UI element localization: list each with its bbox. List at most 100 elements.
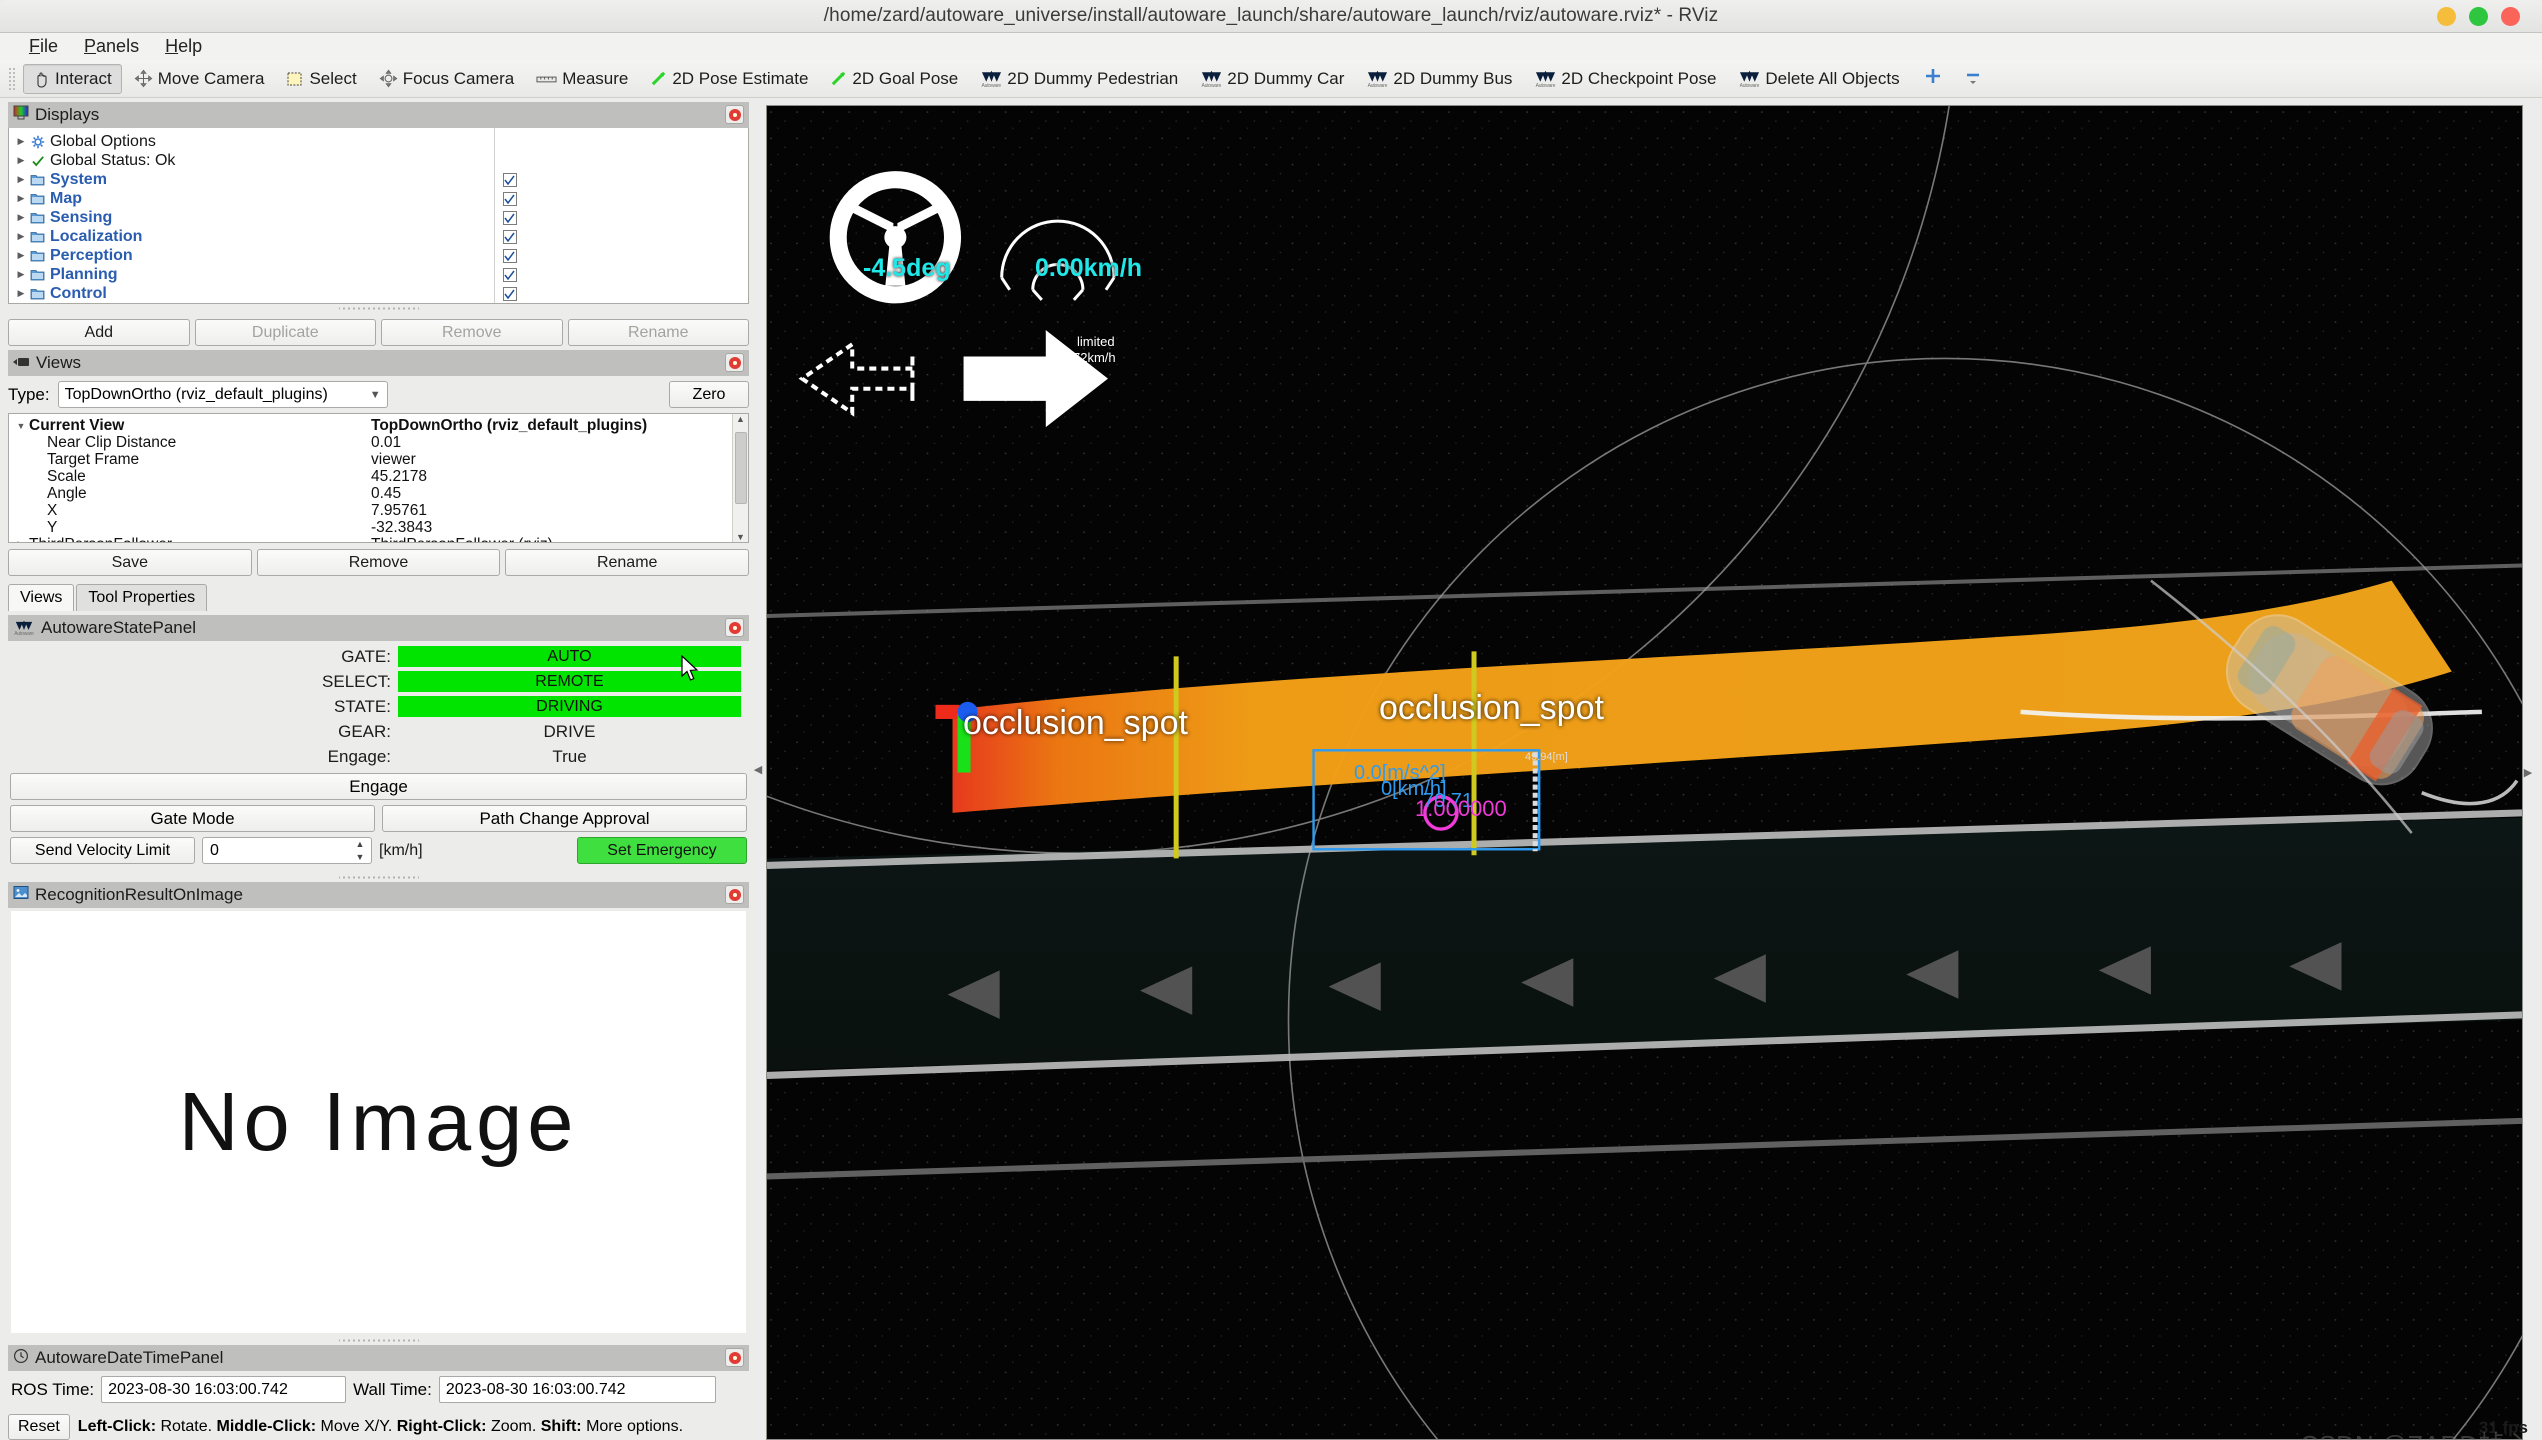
views-row-value[interactable]: 45.2178 xyxy=(371,468,748,485)
views-row-value[interactable]: viewer xyxy=(371,451,748,468)
tool-2d-goal-pose[interactable]: 2D Goal Pose xyxy=(820,64,968,94)
close-button[interactable] xyxy=(2501,7,2520,26)
remove-view-button[interactable]: Remove xyxy=(257,549,501,576)
tree-item-global-options[interactable]: ▶ Global Options xyxy=(13,132,494,151)
tool-2d-dummy-pedestrian[interactable]: Autoware 2D Dummy Pedestrian xyxy=(970,62,1188,96)
panel-splitter[interactable] xyxy=(339,1336,419,1345)
path-change-approval-button[interactable]: Path Change Approval xyxy=(382,805,747,832)
chevron-right-icon[interactable]: ▶ xyxy=(13,250,29,261)
tool-2d-dummy-bus[interactable]: Autoware 2D Dummy Bus xyxy=(1356,62,1522,96)
tree-item-perception[interactable]: ▶ Perception xyxy=(13,246,494,265)
views-icon xyxy=(13,353,30,373)
engage-button[interactable]: Engage xyxy=(10,773,747,800)
send-velocity-limit-button[interactable]: Send Velocity Limit xyxy=(10,837,195,864)
steering-angle-value: -4.5deg xyxy=(863,254,951,283)
tree-item-sensing[interactable]: ▶ Sensing xyxy=(13,208,494,227)
tree-item-map[interactable]: ▶ Map xyxy=(13,189,494,208)
chevron-right-icon[interactable]: ▶ xyxy=(13,539,29,543)
close-icon[interactable] xyxy=(725,353,744,372)
velocity-limit-stepper[interactable]: 0 ▲▼ xyxy=(202,837,372,864)
tool-2d-checkpoint-pose[interactable]: Autoware 2D Checkpoint Pose xyxy=(1524,62,1726,96)
checkbox-perception[interactable] xyxy=(503,249,517,263)
wall-time-field[interactable]: 2023-08-30 16:03:00.742 xyxy=(439,1376,716,1403)
chevron-right-icon[interactable]: ▶ xyxy=(13,212,29,223)
tree-item-global-status[interactable]: ▶ Global Status: Ok xyxy=(13,151,494,170)
scroll-down-icon[interactable]: ▼ xyxy=(735,532,746,542)
tree-item-label: Perception xyxy=(50,247,133,265)
state-status-badge: DRIVING xyxy=(398,696,741,717)
ros-time-field[interactable]: 2023-08-30 16:03:00.742 xyxy=(101,1376,346,1403)
displays-tree-left: ▶ Global Options ▶ Global Status: Ok xyxy=(9,128,494,303)
reset-button[interactable]: Reset xyxy=(8,1414,70,1440)
chevron-right-icon[interactable]: ▶ xyxy=(13,136,29,147)
views-row-value[interactable]: 7.95761 xyxy=(371,502,748,519)
remove-button[interactable]: Remove xyxy=(381,319,563,346)
chevron-right-icon[interactable]: ▶ xyxy=(13,231,29,242)
chevron-down-icon: ▼ xyxy=(370,389,381,401)
close-icon[interactable] xyxy=(725,618,744,637)
view-type-select[interactable]: TopDownOrtho (rviz_default_plugins) ▼ xyxy=(58,381,388,408)
dock-splitter-left[interactable]: ◀ xyxy=(753,98,763,1440)
tool-interact[interactable]: Interact xyxy=(23,64,122,94)
panel-splitter[interactable] xyxy=(339,873,419,882)
tab-views[interactable]: Views xyxy=(8,584,74,611)
tool-measure[interactable]: Measure xyxy=(526,64,638,94)
minimize-button[interactable] xyxy=(2437,7,2456,26)
minus-icon[interactable] xyxy=(1964,67,1982,90)
tree-item-planning[interactable]: ▶ Planning xyxy=(13,265,494,284)
folder-icon xyxy=(29,267,46,282)
chevron-right-icon[interactable]: ▶ xyxy=(13,174,29,185)
chevron-down-icon[interactable]: ▼ xyxy=(13,421,29,431)
close-icon[interactable] xyxy=(725,885,744,904)
tool-delete-all-objects[interactable]: Autoware Delete All Objects xyxy=(1728,62,1909,96)
views-scrollbar[interactable]: ▲ ▼ xyxy=(732,414,748,542)
tree-item-control[interactable]: ▶ Control xyxy=(13,284,494,303)
maximize-button[interactable] xyxy=(2469,7,2488,26)
chevron-right-icon[interactable]: ▶ xyxy=(13,193,29,204)
spinner-arrows[interactable]: ▲▼ xyxy=(352,839,368,862)
menu-file[interactable]: File xyxy=(16,34,71,59)
views-row-value[interactable]: -32.3843 xyxy=(371,519,748,536)
toolbar-grip[interactable] xyxy=(8,67,17,91)
tree-item-system[interactable]: ▶ System xyxy=(13,170,494,189)
scrollbar-thumb[interactable] xyxy=(735,432,747,504)
chevron-right-icon[interactable]: ▶ xyxy=(13,155,29,166)
dock-splitter-right[interactable]: ▶ xyxy=(2523,105,2533,1440)
rename-view-button[interactable]: Rename xyxy=(505,549,749,576)
panel-splitter[interactable] xyxy=(339,304,419,313)
tool-focus-camera[interactable]: Focus Camera xyxy=(369,64,524,94)
gate-mode-button[interactable]: Gate Mode xyxy=(10,805,375,832)
checkbox-control[interactable] xyxy=(503,287,517,301)
chevron-right-icon[interactable]: ▶ xyxy=(13,288,29,299)
tool-move-camera[interactable]: Move Camera xyxy=(124,64,275,94)
checkbox-map[interactable] xyxy=(503,192,517,206)
duplicate-button[interactable]: Duplicate xyxy=(195,319,377,346)
zero-button[interactable]: Zero xyxy=(669,381,749,408)
tree-item-label: Planning xyxy=(50,266,118,284)
tool-2d-dummy-pedestrian-label: 2D Dummy Pedestrian xyxy=(1007,69,1178,89)
menu-help[interactable]: Help xyxy=(152,34,215,59)
3d-viewport[interactable]: -4.5deg 0.00km/h limited 72km/h occlusio… xyxy=(766,105,2523,1440)
close-icon[interactable] xyxy=(725,105,744,124)
tree-item-localization[interactable]: ▶ Localization xyxy=(13,227,494,246)
scroll-up-icon[interactable]: ▲ xyxy=(735,414,746,424)
menu-panels[interactable]: Panels xyxy=(71,34,152,59)
tab-tool-properties[interactable]: Tool Properties xyxy=(76,584,207,611)
set-emergency-button[interactable]: Set Emergency xyxy=(577,837,747,864)
tool-2d-pose-estimate[interactable]: 2D Pose Estimate xyxy=(640,64,818,94)
views-row-value: ThirdPersonFollower (rviz) xyxy=(371,536,748,543)
close-icon[interactable] xyxy=(725,1348,744,1367)
save-view-button[interactable]: Save xyxy=(8,549,252,576)
checkbox-system[interactable] xyxy=(503,173,517,187)
tool-select[interactable]: Select xyxy=(276,64,366,94)
checkbox-planning[interactable] xyxy=(503,268,517,282)
views-row-value[interactable]: 0.45 xyxy=(371,485,748,502)
chevron-right-icon[interactable]: ▶ xyxy=(13,269,29,280)
rename-button[interactable]: Rename xyxy=(568,319,750,346)
checkbox-sensing[interactable] xyxy=(503,211,517,225)
add-button[interactable]: Add xyxy=(8,319,190,346)
checkbox-localization[interactable] xyxy=(503,230,517,244)
views-row-value[interactable]: 0.01 xyxy=(371,434,748,451)
tool-2d-dummy-car[interactable]: Autoware 2D Dummy Car xyxy=(1190,62,1354,96)
plus-icon[interactable] xyxy=(1924,67,1942,90)
